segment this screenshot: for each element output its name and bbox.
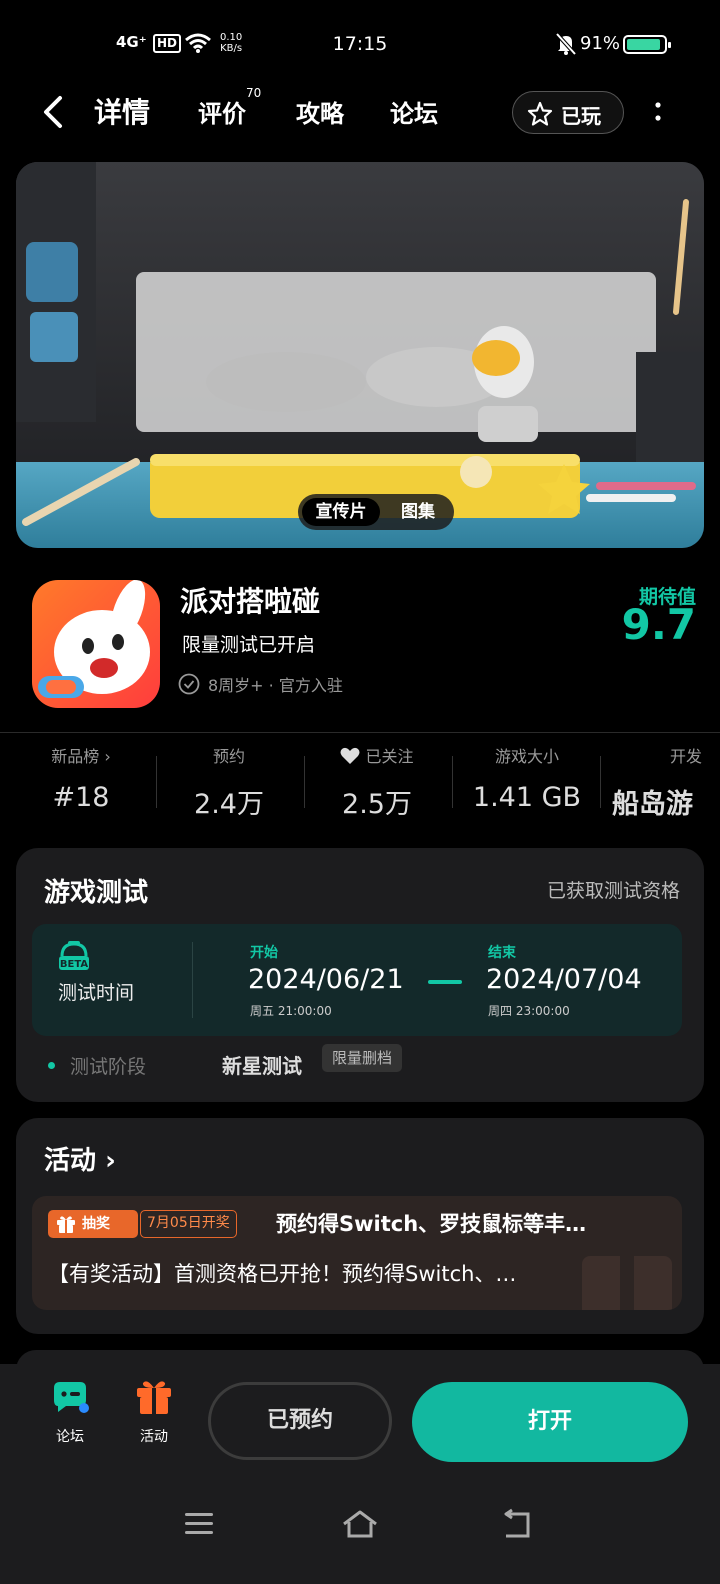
game-meta: 8周岁+ · 官方入驻	[178, 672, 343, 696]
activity-label: 活动	[140, 1429, 168, 1445]
forum-label: 论坛	[56, 1429, 84, 1445]
activity-item[interactable]: 抽奖 7月05日开奖 预约得Switch、罗技鼠标等丰… 【有奖活动】首测资格已…	[32, 1196, 682, 1310]
stats-row: 新品榜 › #18 预约 2.4万 已关注 2.5万 游戏大小 1.41 GB …	[0, 744, 720, 824]
stat-size: 游戏大小 1.41 GB	[452, 744, 602, 813]
lottery-tag-label: 抽奖	[82, 1216, 110, 1232]
lottery-tag: 抽奖	[48, 1210, 138, 1238]
beta-badge-icon: BETA	[59, 941, 89, 970]
test-phase-label: 测试阶段	[70, 1056, 147, 1078]
start-label: 开始	[250, 945, 278, 961]
activity-title-link[interactable]: 活动 ›	[44, 1140, 116, 1177]
stat-reservations: 预约 2.4万	[154, 744, 304, 821]
vertical-divider	[192, 942, 193, 1018]
battery-percent: 91%	[580, 33, 621, 54]
start-date: 2024/06/21	[248, 964, 404, 995]
gift-icon	[57, 1216, 75, 1233]
arrow-right-icon	[428, 980, 462, 984]
bullet-dot	[48, 1062, 55, 1069]
activity-card: 活动 › 抽奖 7月05日开奖 预约得Switch、罗技鼠标等丰… 【有奖活动】…	[16, 1118, 704, 1334]
divider	[0, 732, 720, 733]
forum-button[interactable]: 论坛	[40, 1378, 100, 1446]
draw-date-tag: 7月05日开奖	[140, 1210, 237, 1238]
activity-description: 【有奖活动】首测资格已开抢！预约得Switch、…	[48, 1262, 517, 1286]
hero-artwork	[16, 162, 704, 548]
tab-reviews[interactable]: 评价	[198, 94, 246, 129]
stat-value: 2.5万	[342, 789, 412, 820]
stat-value: #18	[52, 782, 110, 813]
game-title: 派对搭啦碰	[180, 585, 321, 618]
game-meta-text: 8周岁+ · 官方入驻	[208, 676, 343, 695]
home-icon[interactable]	[340, 1508, 380, 1542]
stat-value: 船岛游	[612, 789, 693, 820]
end-date: 2024/07/04	[486, 964, 642, 995]
end-time: 周四 23:00:00	[488, 1004, 570, 1018]
stat-label: 开发	[669, 747, 702, 766]
back-arrow-icon[interactable]	[38, 94, 68, 130]
star-outline-icon	[527, 101, 553, 126]
test-phase-tag: 限量删档	[322, 1044, 403, 1072]
game-test-card: 游戏测试 已获取测试资格 BETA 测试时间 开始 2024/06/21 周五 …	[16, 848, 704, 1102]
gift-icon	[137, 1381, 171, 1414]
reviews-count-badge: 70	[246, 86, 262, 100]
stat-new-ranking[interactable]: 新品榜 › #18	[6, 744, 156, 813]
stat-divider	[600, 756, 601, 808]
stat-label: 已关注	[365, 747, 414, 766]
beta-badge-text: BETA	[60, 959, 88, 970]
stat-followers[interactable]: 已关注 2.5万	[302, 744, 452, 821]
chevron-right-icon: ›	[105, 1146, 116, 1176]
reserved-button[interactable]: 已预约	[208, 1382, 392, 1460]
tab-forum[interactable]: 论坛	[390, 94, 438, 129]
tab-details[interactable]: 详情	[90, 91, 154, 131]
stat-value: 2.4万	[194, 789, 264, 820]
expectation-score: 9.7	[621, 600, 696, 649]
stat-label: 新品榜	[51, 747, 100, 766]
tab-trailer[interactable]: 宣传片	[302, 498, 380, 526]
tab-guides[interactable]: 攻略	[296, 94, 344, 129]
game-app-icon	[32, 580, 160, 708]
played-label: 已玩	[561, 104, 601, 128]
test-qualification-status: 已获取测试资格	[546, 880, 680, 902]
battery-level	[627, 39, 660, 50]
test-time-label: 测试时间	[58, 982, 135, 1004]
activity-button[interactable]: 活动	[124, 1378, 184, 1446]
battery-icon	[623, 35, 671, 54]
mute-bell-icon	[556, 32, 576, 56]
media-segment-switch: 宣传片 图集	[298, 494, 454, 530]
menu-icon[interactable]	[183, 1510, 215, 1538]
stat-label: 游戏大小	[494, 747, 559, 766]
test-card-title: 游戏测试	[44, 878, 149, 908]
chevron-right-icon: ›	[104, 747, 111, 766]
back-icon[interactable]	[500, 1508, 534, 1542]
test-schedule: BETA 测试时间 开始 2024/06/21 周五 21:00:00 结束 2…	[32, 924, 682, 1036]
stat-developer[interactable]: 开发 船岛游	[604, 744, 720, 821]
start-time: 周五 21:00:00	[250, 1004, 332, 1018]
end-label: 结束	[488, 945, 516, 961]
stat-value: 1.41 GB	[472, 782, 582, 813]
played-button[interactable]: 已玩	[512, 91, 624, 134]
hero-media[interactable]: 宣传片 图集	[16, 162, 704, 548]
tab-gallery[interactable]: 图集	[386, 498, 450, 526]
top-nav: 详情 评价 70 攻略 论坛 已玩	[0, 86, 720, 138]
system-navigation-bar	[0, 1500, 720, 1584]
status-bar: 4G⁺ HD 0.10 KB/s 17:15 91%	[0, 0, 720, 88]
heart-icon	[340, 747, 360, 764]
more-options-icon[interactable]	[655, 100, 661, 124]
activity-headline: 预约得Switch、罗技鼠标等丰…	[276, 1212, 587, 1236]
activity-title: 活动	[44, 1146, 97, 1176]
stat-label: 预约	[212, 747, 245, 766]
game-subtitle: 限量测试已开启	[182, 634, 316, 656]
test-phase-value: 新星测试	[222, 1054, 302, 1078]
forum-chat-icon	[54, 1382, 89, 1413]
check-circle-icon	[178, 673, 200, 695]
open-button[interactable]: 打开	[412, 1382, 688, 1462]
